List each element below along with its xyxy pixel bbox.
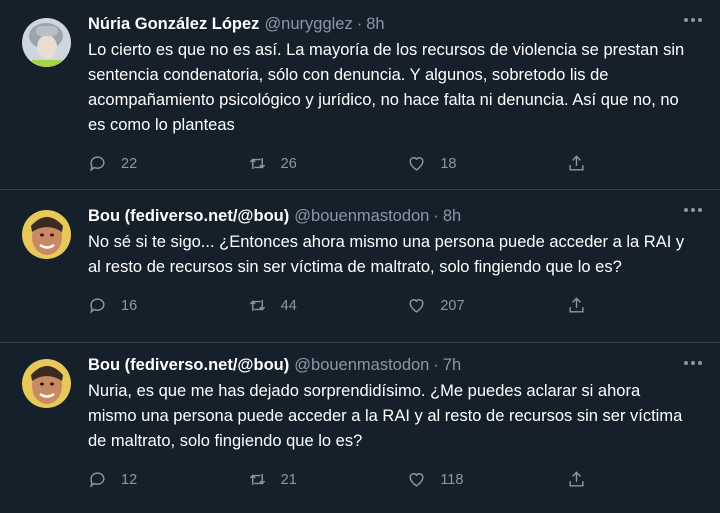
tweet-text: Nuria, es que me has dejado sorprendidís…: [88, 382, 683, 450]
separator: ·: [433, 356, 439, 374]
tweet-text: No sé si te sigo... ¿Entonces ahora mism…: [88, 233, 685, 276]
author-handle[interactable]: @bouenmastodon: [294, 353, 429, 377]
tweet-body: Bou (fediverso.net/@bou) @bouenmastodon …: [88, 204, 704, 342]
retweet-icon: [249, 157, 265, 170]
reply-button[interactable]: 16: [88, 296, 161, 315]
tweet-header: Bou (fediverso.net/@bou) @bouenmastodon …: [88, 353, 704, 377]
tweet-header: Bou (fediverso.net/@bou) @bouenmastodon …: [88, 204, 704, 228]
tweet-text: Lo cierto es que no es así. La mayoría d…: [88, 41, 685, 134]
reply-icon: [89, 156, 105, 172]
tweet-actions: 12 21 118: [88, 470, 608, 489]
share-icon: [569, 155, 584, 171]
like-button[interactable]: 18: [407, 154, 480, 173]
like-count: 118: [440, 471, 464, 488]
like-button[interactable]: 207: [407, 296, 480, 315]
separator: ·: [433, 207, 439, 225]
reply-count: 16: [121, 297, 138, 314]
author-handle[interactable]: @nurygglez: [264, 12, 352, 36]
retweet-icon: [249, 473, 265, 486]
author-name[interactable]: Bou (fediverso.net/@bou): [88, 353, 289, 377]
like-count: 207: [440, 297, 465, 314]
like-icon: [409, 157, 424, 171]
more-icon[interactable]: [684, 18, 702, 22]
retweet-count: 21: [280, 471, 297, 488]
separator: ·: [356, 15, 363, 33]
more-icon[interactable]: [684, 208, 702, 212]
share-icon: [569, 471, 584, 487]
tweet-thread: Núria González López @nurygglez · 8h Lo …: [0, 0, 720, 513]
timestamp[interactable]: 7h: [443, 353, 461, 377]
timestamp[interactable]: 8h: [366, 12, 384, 36]
tweet-actions: 22 26 18: [88, 154, 608, 173]
avatar[interactable]: [22, 18, 71, 67]
like-button[interactable]: 118: [407, 470, 480, 489]
retweet-count: 44: [280, 297, 297, 314]
retweet-button[interactable]: 26: [248, 154, 321, 173]
reply-count: 12: [121, 471, 138, 488]
share-button[interactable]: [567, 296, 600, 315]
avatar[interactable]: [22, 359, 71, 408]
author-name[interactable]: Núria González López: [88, 12, 259, 36]
tweet-1[interactable]: Núria González López @nurygglez · 8h Lo …: [0, 0, 720, 190]
more-icon[interactable]: [684, 361, 702, 365]
reply-button[interactable]: 12: [88, 470, 161, 489]
tweet-actions: 16 44 207: [88, 296, 608, 315]
like-icon: [409, 299, 424, 313]
avatar-column: [16, 204, 88, 342]
author-name[interactable]: Bou (fediverso.net/@bou): [88, 204, 289, 228]
avatar-column: [16, 12, 88, 189]
timestamp[interactable]: 8h: [443, 204, 461, 228]
tweet-2[interactable]: Bou (fediverso.net/@bou) @bouenmastodon …: [0, 190, 720, 343]
tweet-3[interactable]: Bou (fediverso.net/@bou) @bouenmastodon …: [0, 343, 720, 513]
reply-icon: [89, 298, 105, 314]
retweet-button[interactable]: 21: [248, 470, 321, 489]
reply-button[interactable]: 22: [88, 154, 161, 173]
author-handle[interactable]: @bouenmastodon: [294, 204, 429, 228]
like-icon: [409, 473, 424, 487]
reply-icon: [89, 472, 105, 488]
share-icon: [569, 297, 584, 313]
avatar[interactable]: [22, 210, 71, 259]
share-button[interactable]: [567, 154, 600, 173]
reply-count: 22: [121, 155, 138, 172]
tweet-body: Núria González López @nurygglez · 8h Lo …: [88, 12, 704, 189]
tweet-header: Núria González López @nurygglez · 8h: [88, 12, 704, 36]
retweet-count: 26: [280, 155, 297, 172]
retweet-button[interactable]: 44: [248, 296, 321, 315]
retweet-icon: [249, 299, 265, 312]
avatar-column: [16, 353, 88, 513]
share-button[interactable]: [567, 470, 600, 489]
like-count: 18: [440, 155, 457, 172]
tweet-body: Bou (fediverso.net/@bou) @bouenmastodon …: [88, 353, 704, 513]
